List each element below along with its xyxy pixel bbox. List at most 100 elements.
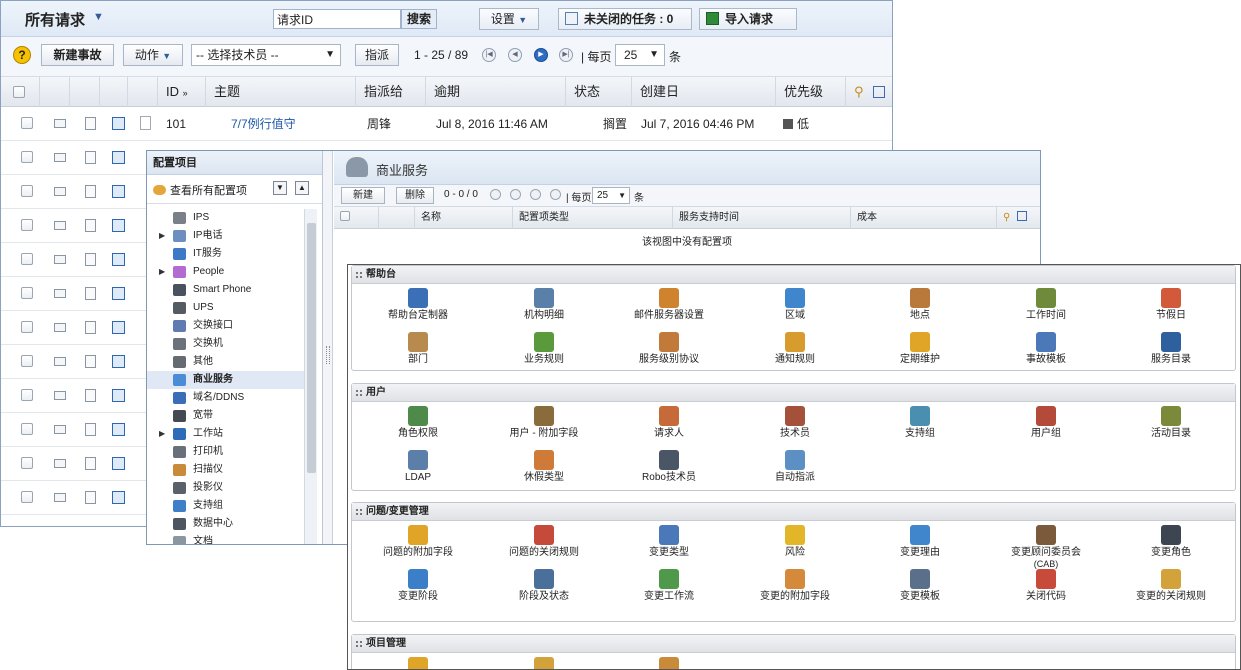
row-checkbox[interactable]: [21, 117, 33, 129]
col-created[interactable]: 创建日: [631, 77, 775, 107]
row-checkbox[interactable]: [21, 253, 33, 265]
col-subject[interactable]: 主题: [205, 77, 355, 107]
admin-tile[interactable]: 业务规则: [482, 332, 606, 366]
ci-scrollbar[interactable]: [304, 209, 317, 544]
notes-icon[interactable]: [85, 389, 96, 402]
row-checkbox[interactable]: [21, 491, 33, 503]
ci-type-item[interactable]: ▶ IP电话: [147, 227, 305, 245]
edit-icon[interactable]: [112, 117, 125, 130]
next-page-icon[interactable]: [530, 189, 541, 200]
previous-page-icon[interactable]: [510, 189, 521, 200]
admin-tile[interactable]: 变更理由: [858, 525, 982, 559]
mail-icon[interactable]: [54, 119, 66, 128]
per-page-select[interactable]: 25 ▼: [615, 44, 665, 66]
action-menu-button[interactable]: 动作 ▼: [123, 44, 183, 66]
mail-icon[interactable]: [54, 425, 66, 434]
admin-tile[interactable]: 邮件服务器设置: [607, 288, 731, 322]
help-icon[interactable]: ?: [13, 46, 31, 64]
ci-type-item[interactable]: 交换接口: [147, 317, 305, 335]
row-checkbox[interactable]: [21, 151, 33, 163]
import-requests-button[interactable]: 导入请求: [699, 8, 797, 30]
select-all-checkbox[interactable]: [13, 86, 25, 98]
admin-tile[interactable]: 休假类型: [482, 450, 606, 484]
admin-tile[interactable]: 角色权限: [356, 406, 480, 440]
admin-tile[interactable]: 帮助台定制器: [356, 288, 480, 322]
col-status[interactable]: 状态: [565, 77, 631, 107]
ci-type-item[interactable]: 域名/DDNS: [147, 389, 305, 407]
column-chooser-icon[interactable]: [873, 86, 886, 98]
edit-icon[interactable]: [112, 219, 125, 232]
ci-type-item[interactable]: IT服务: [147, 245, 305, 263]
row-checkbox[interactable]: [21, 457, 33, 469]
mail-icon[interactable]: [54, 459, 66, 468]
admin-tile[interactable]: 变更的附加字段: [733, 569, 857, 603]
admin-tile[interactable]: 节假日: [1109, 288, 1233, 322]
ci-type-item[interactable]: ▶ People: [147, 263, 305, 281]
admin-tile[interactable]: LDAP: [356, 450, 480, 484]
splitter-grip[interactable]: [326, 346, 330, 364]
edit-icon[interactable]: [112, 287, 125, 300]
first-page-icon[interactable]: |◀: [482, 48, 496, 62]
drag-handle-icon[interactable]: [356, 509, 362, 515]
ci-type-item[interactable]: 数据中心: [147, 515, 305, 533]
admin-tile[interactable]: 变更工作流: [607, 569, 731, 603]
notes-icon[interactable]: [85, 491, 96, 504]
search-button[interactable]: 搜索: [401, 9, 437, 29]
admin-tile[interactable]: 服务目录: [1109, 332, 1233, 366]
edit-icon[interactable]: [112, 423, 125, 436]
row-checkbox[interactable]: [21, 219, 33, 231]
col-priority[interactable]: 优先级: [775, 77, 845, 107]
admin-tile[interactable]: 用户组: [984, 406, 1108, 440]
drag-handle-icon[interactable]: [356, 641, 362, 647]
ci-scrollbar-thumb[interactable]: [307, 223, 316, 473]
mail-icon[interactable]: [54, 357, 66, 366]
ci-select-all-checkbox[interactable]: [340, 211, 350, 221]
notes-icon[interactable]: [85, 423, 96, 436]
mail-icon[interactable]: [54, 289, 66, 298]
admin-tile[interactable]: 区域: [733, 288, 857, 322]
admin-tile[interactable]: [356, 657, 480, 669]
ci-per-page-select[interactable]: 25 ▼: [592, 187, 630, 204]
collapse-all-icon[interactable]: ▼: [273, 181, 287, 195]
admin-tile[interactable]: Robo技术员: [607, 450, 731, 484]
row-checkbox[interactable]: [21, 355, 33, 367]
mail-icon[interactable]: [54, 323, 66, 332]
requests-view-title[interactable]: 所有请求: [25, 9, 85, 30]
edit-icon[interactable]: [112, 457, 125, 470]
admin-tile[interactable]: 机构明细: [482, 288, 606, 322]
expand-icon[interactable]: ▶: [159, 263, 165, 281]
admin-tile[interactable]: 事故模板: [984, 332, 1108, 366]
mail-icon[interactable]: [54, 221, 66, 230]
admin-tile[interactable]: 请求人: [607, 406, 731, 440]
expand-icon[interactable]: ▶: [159, 227, 165, 245]
cell-subject[interactable]: 7/7例行值守: [231, 107, 296, 141]
column-chooser-icon[interactable]: [1017, 211, 1028, 221]
admin-tile[interactable]: 部门: [356, 332, 480, 366]
admin-tile[interactable]: 支持组: [858, 406, 982, 440]
ci-type-item[interactable]: 支持组: [147, 497, 305, 515]
row-checkbox[interactable]: [21, 287, 33, 299]
admin-tile[interactable]: 变更类型: [607, 525, 731, 559]
ci-col-cost[interactable]: 成本: [850, 207, 996, 229]
ci-type-item[interactable]: UPS: [147, 299, 305, 317]
admin-tile[interactable]: [482, 657, 606, 669]
previous-page-icon[interactable]: ◀: [508, 48, 522, 62]
edit-icon[interactable]: [112, 389, 125, 402]
admin-tile[interactable]: 阶段及状态: [482, 569, 606, 603]
admin-tile[interactable]: 定期维护: [858, 332, 982, 366]
admin-tile[interactable]: 问题的关闭规则: [482, 525, 606, 559]
row-checkbox[interactable]: [21, 185, 33, 197]
ci-col-support-hours[interactable]: 服务支持时间: [672, 207, 850, 229]
admin-tile[interactable]: 问题的附加字段: [356, 525, 480, 559]
notes-icon[interactable]: [85, 457, 96, 470]
col-assignee[interactable]: 指派给: [355, 77, 425, 107]
last-page-icon[interactable]: [550, 189, 561, 200]
edit-icon[interactable]: [112, 185, 125, 198]
notes-icon[interactable]: [85, 219, 96, 232]
admin-tile[interactable]: 变更模板: [858, 569, 982, 603]
admin-tile[interactable]: 通知规则: [733, 332, 857, 366]
edit-icon[interactable]: [112, 491, 125, 504]
edit-icon[interactable]: [112, 151, 125, 164]
admin-tile[interactable]: 变更的关闭规则: [1109, 569, 1233, 603]
admin-tile[interactable]: 变更角色: [1109, 525, 1233, 559]
